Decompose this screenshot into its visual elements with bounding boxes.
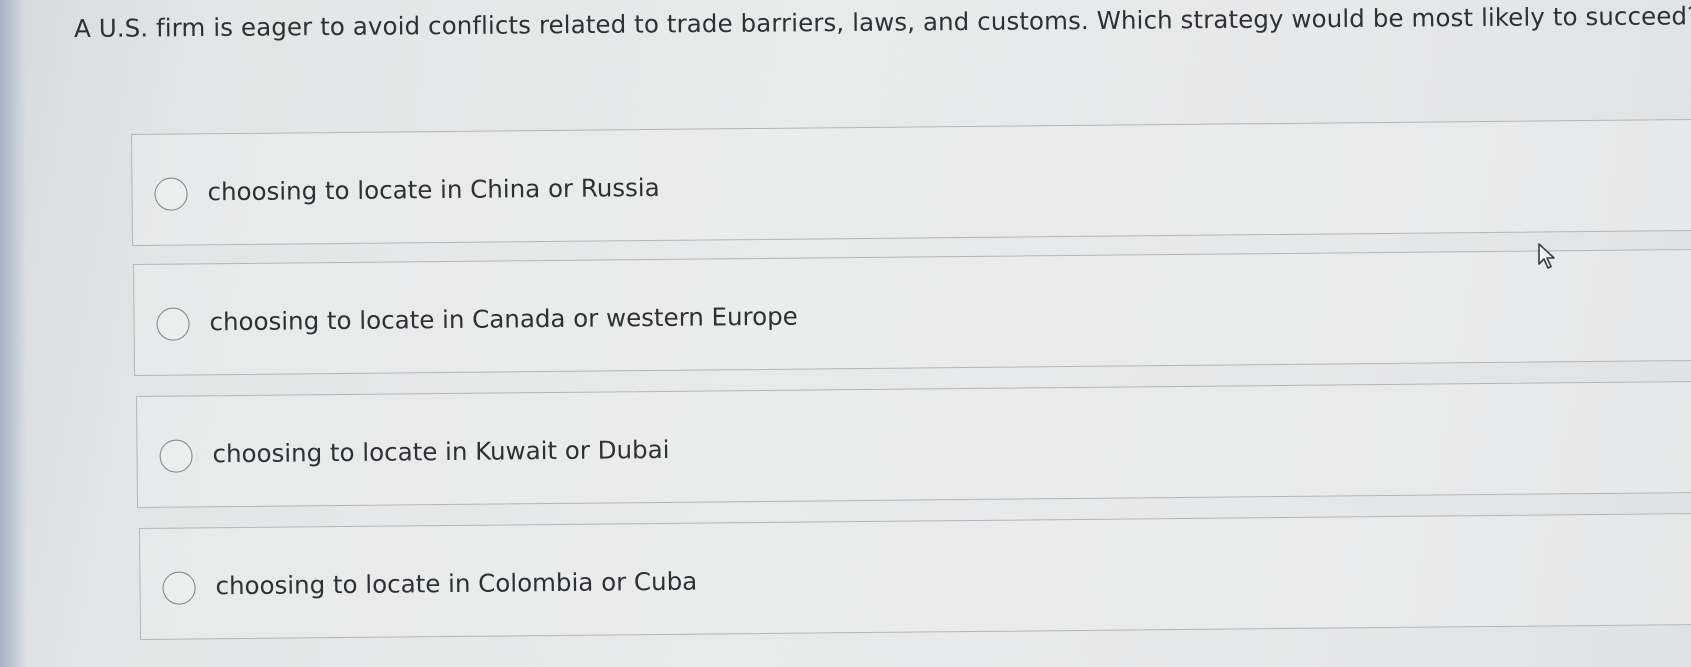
- question-text: A U.S. firm is eager to avoid conflicts …: [73, 1, 1691, 43]
- radio-unchecked-icon[interactable]: [159, 439, 193, 473]
- window-left-edge: [0, 0, 26, 667]
- answer-option-label: choosing to locate in Colombia or Cuba: [215, 566, 698, 601]
- answer-option-label: choosing to locate in Canada or western …: [209, 301, 798, 337]
- radio-unchecked-icon[interactable]: [154, 177, 188, 211]
- answer-option-3[interactable]: choosing to locate in Kuwait or Dubai: [136, 380, 1691, 508]
- answer-option-1[interactable]: choosing to locate in China or Russia: [131, 118, 1691, 246]
- mouse-pointer-icon: [1538, 243, 1555, 269]
- answer-option-label: choosing to locate in Kuwait or Dubai: [212, 434, 670, 469]
- radio-unchecked-icon[interactable]: [162, 571, 196, 605]
- radio-unchecked-icon[interactable]: [156, 307, 190, 341]
- answer-option-label: choosing to locate in China or Russia: [207, 172, 660, 207]
- answer-option-4[interactable]: choosing to locate in Colombia or Cuba: [139, 512, 1691, 640]
- answer-option-2[interactable]: choosing to locate in Canada or western …: [133, 248, 1691, 376]
